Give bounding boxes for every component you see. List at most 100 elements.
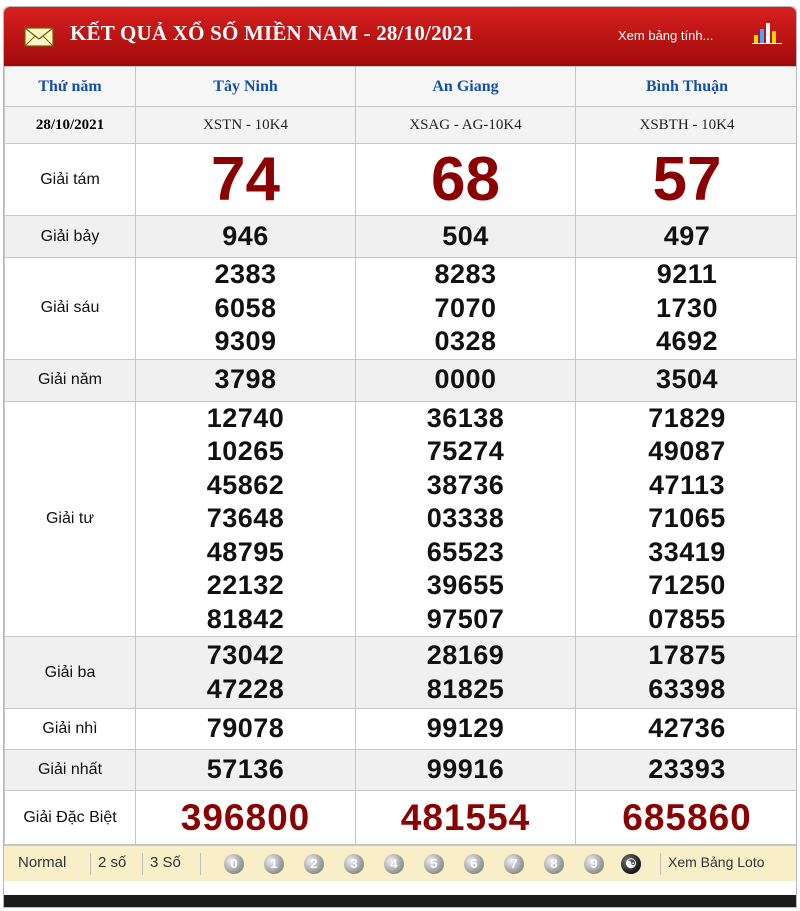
prize-number: 42736 <box>648 713 726 744</box>
prize-cell: 57136 <box>135 749 356 791</box>
prize-row-g1: Giải nhất 57136 99916 23393 <box>4 749 796 791</box>
prize-row-g5: Giải năm 3798 0000 3504 <box>4 358 796 402</box>
prize-row-g4: Giải tư 12740 10265 45862 73648 48795 22… <box>4 400 796 637</box>
mode-3-digit-button[interactable]: 3 Số <box>150 854 181 871</box>
digit-ball-7[interactable]: 7 <box>504 854 524 874</box>
prize-number: 75274 <box>426 436 505 466</box>
prize-cell: 99916 <box>355 749 576 791</box>
prize-number: 63398 <box>648 673 726 704</box>
prize-number: 38736 <box>426 469 505 500</box>
prize-cell: 71829 49087 47113 71065 33419 71250 0785… <box>575 400 796 637</box>
prize-number: 57136 <box>206 754 285 785</box>
prize-cell: 42736 <box>575 708 796 750</box>
separator <box>200 853 201 875</box>
prize-number: 97507 <box>426 603 505 634</box>
prize-cell: 8283 7070 0328 <box>355 257 576 360</box>
prize-cell: 79078 <box>135 708 356 750</box>
prize-cell: 497 <box>575 215 796 258</box>
digit-ball-6[interactable]: 6 <box>464 854 484 874</box>
prize-number: 03338 <box>426 503 505 533</box>
prize-number: 81842 <box>206 603 285 634</box>
prize-number: 497 <box>663 220 711 251</box>
separator <box>90 853 91 875</box>
prize-number: 36138 <box>426 402 505 433</box>
prize-number: 45862 <box>206 469 285 500</box>
prize-label: Giải Đặc Biệt <box>4 790 136 845</box>
prize-label: Giải tư <box>4 400 136 637</box>
prize-cell: 23393 <box>575 749 796 791</box>
prize-number: 47113 <box>648 469 726 500</box>
prize-number: 10265 <box>206 436 285 466</box>
mode-2-digit-button[interactable]: 2 số <box>98 854 126 871</box>
bar-chart-icon[interactable] <box>752 21 782 45</box>
prize-cell: 73042 47228 <box>135 636 356 709</box>
prize-number: 33419 <box>648 536 726 567</box>
prize-row-g3: Giải ba 73042 47228 28169 81825 17875 63… <box>4 636 796 709</box>
prize-number: 81825 <box>426 673 505 704</box>
digit-ball-1[interactable]: 1 <box>264 854 284 874</box>
lottery-results-widget: KẾT QUẢ XỔ SỐ MIỀN NAM - 28/10/2021 Xem … <box>3 6 797 908</box>
mode-normal-button[interactable]: Normal <box>18 854 66 871</box>
prize-number: 12740 <box>206 402 285 433</box>
prize-number: 0328 <box>434 326 497 356</box>
prize-number: 28169 <box>426 640 505 670</box>
prize-cell: 504 <box>355 215 576 258</box>
prize-number: 2383 <box>214 259 277 289</box>
prize-row-g6: Giải sáu 2383 6058 9309 8283 7070 0328 9… <box>4 257 796 360</box>
ticket-code-row: 28/10/2021 XSTN - 10K4 XSAG - AG-10K4 XS… <box>4 106 796 144</box>
prize-label: Giải sáu <box>4 257 136 360</box>
prize-cell: 2383 6058 9309 <box>135 257 356 360</box>
digit-ball-0[interactable]: 0 <box>224 854 244 874</box>
prize-number: 7070 <box>434 292 497 323</box>
prize-number: 4692 <box>655 326 719 356</box>
prize-number: 73648 <box>206 503 285 533</box>
prize-row-g2: Giải nhì 79078 99129 42736 <box>4 708 796 750</box>
prize-cell: 99129 <box>355 708 576 750</box>
view-table-link[interactable]: Xem bảng tính... <box>618 28 713 43</box>
prize-number: 07855 <box>648 603 726 634</box>
results-table: Thứ năm Tây Ninh An Giang Bình Thuận 28/… <box>4 66 796 845</box>
prize-row-g7: Giải bảy 946 504 497 <box>4 215 796 258</box>
digit-ball-4[interactable]: 4 <box>384 854 404 874</box>
prize-number: 73042 <box>206 640 285 670</box>
prize-label: Giải nhất <box>4 749 136 791</box>
prize-cell: 74 <box>135 143 356 216</box>
footer-toolbar: Normal 2 số 3 Số 0 1 2 3 4 5 6 7 8 9 ☯ X… <box>4 845 796 881</box>
province-name[interactable]: Tây Ninh <box>135 66 356 107</box>
prize-number: 71250 <box>648 570 726 600</box>
prize-number: 9309 <box>214 326 277 356</box>
prize-cell: 685860 <box>575 790 796 845</box>
separator <box>142 853 143 875</box>
prize-number: 9211 <box>656 259 718 289</box>
prize-cell: 396800 <box>135 790 356 845</box>
province-header-row: Thứ năm Tây Ninh An Giang Bình Thuận <box>4 66 796 107</box>
province-name[interactable]: Bình Thuận <box>575 66 796 107</box>
prize-number: 504 <box>442 220 489 251</box>
digit-ball-2[interactable]: 2 <box>304 854 324 874</box>
prize-number: 99916 <box>426 754 505 785</box>
view-loto-table-link[interactable]: Xem Bảng Loto <box>668 854 765 870</box>
prize-cell: 946 <box>135 215 356 258</box>
digit-ball-3[interactable]: 3 <box>344 854 364 874</box>
prize-row-special: Giải Đặc Biệt 396800 481554 685860 <box>4 790 796 845</box>
prize-number: 946 <box>222 220 269 251</box>
prize-number: 39655 <box>426 570 505 600</box>
results-header: KẾT QUẢ XỔ SỐ MIỀN NAM - 28/10/2021 Xem … <box>4 7 796 66</box>
ticket-code: XSTN - 10K4 <box>135 106 356 144</box>
digit-ball-8[interactable]: 8 <box>544 854 564 874</box>
prize-number: 79078 <box>206 713 285 744</box>
prize-number: 65523 <box>426 536 505 567</box>
prize-number: 1730 <box>655 292 719 323</box>
digit-ball-9[interactable]: 9 <box>584 854 604 874</box>
digit-ball-5[interactable]: 5 <box>424 854 444 874</box>
yin-yang-icon[interactable]: ☯ <box>621 854 641 874</box>
province-name[interactable]: An Giang <box>355 66 576 107</box>
special-prize-number: 481554 <box>400 796 531 838</box>
prize-label: Giải ba <box>4 636 136 709</box>
prize-label: Giải bảy <box>4 215 136 258</box>
prize-number: 99129 <box>426 713 505 744</box>
prize-number: 3504 <box>655 364 719 395</box>
prize-cell: 68 <box>355 143 576 216</box>
prize-number: 23393 <box>648 754 726 785</box>
prize-number: 71065 <box>648 503 726 533</box>
